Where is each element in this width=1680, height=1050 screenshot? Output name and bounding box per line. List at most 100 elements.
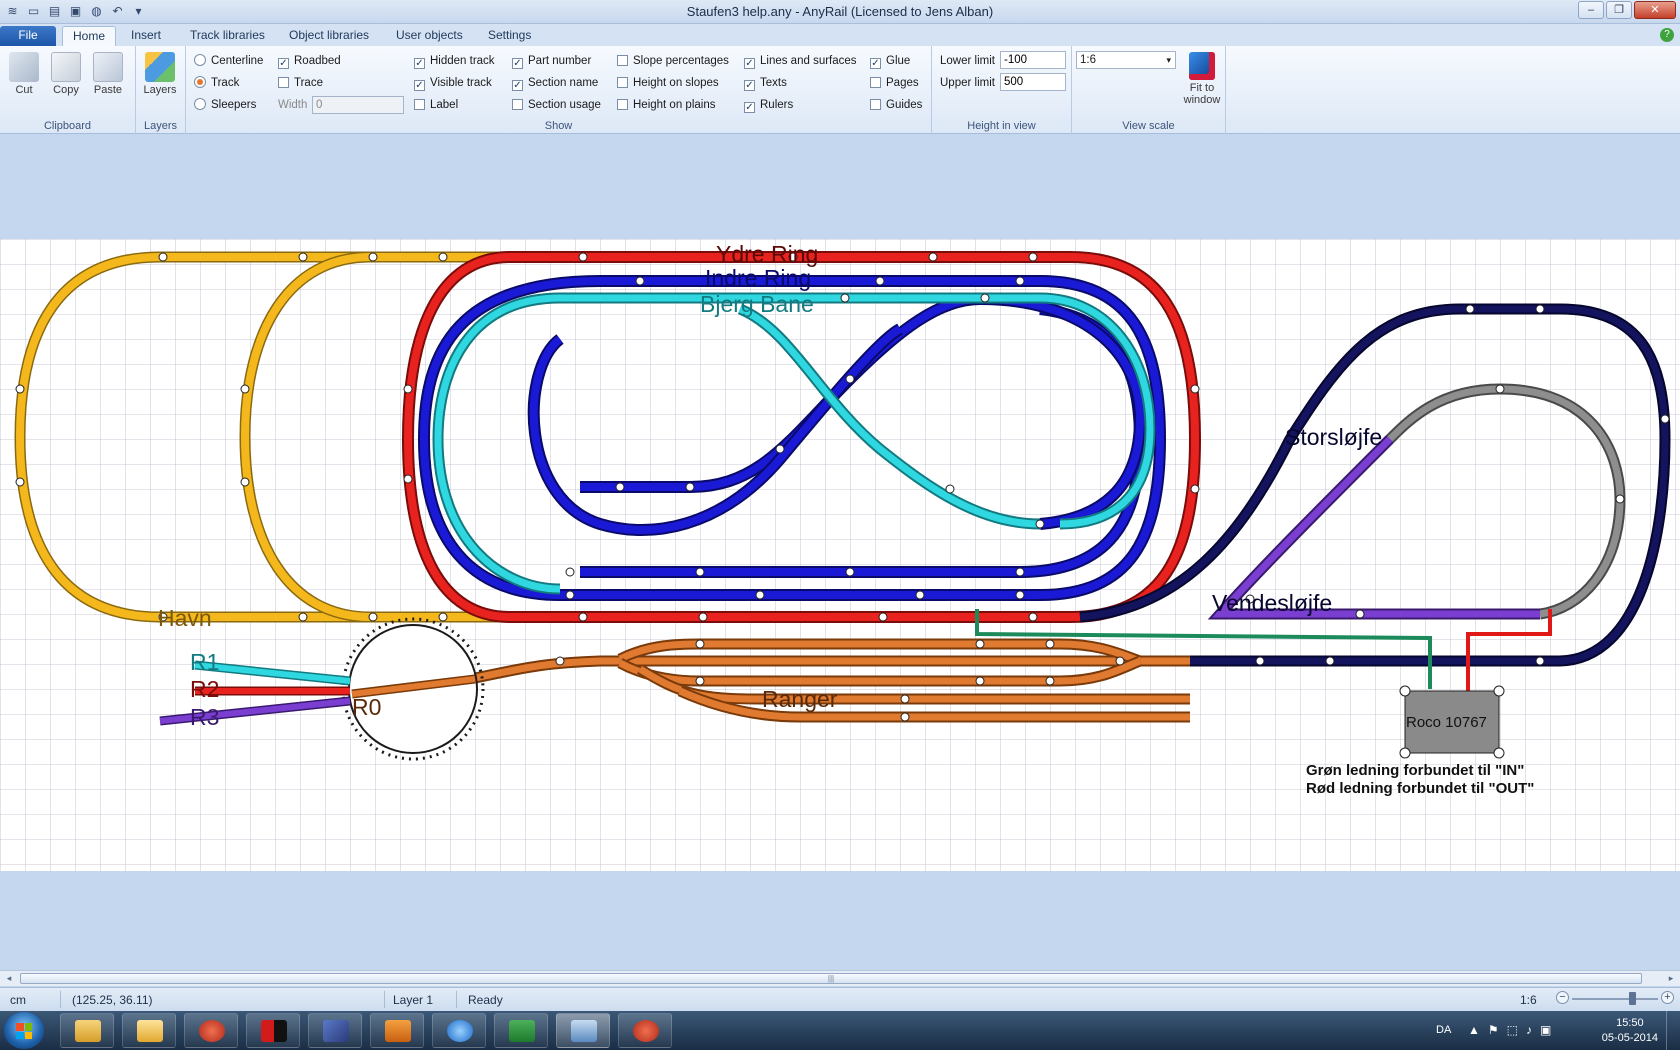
ball-icon [633,1020,659,1042]
lower-limit-input[interactable] [1000,51,1066,69]
paste-icon [93,52,123,82]
taskbar-basketball-app[interactable] [184,1013,238,1048]
zoom-slider-handle[interactable] [1629,992,1636,1005]
zoom-in-icon[interactable]: + [1661,991,1674,1004]
scroll-right-icon[interactable]: ▸ [1664,973,1678,985]
lower-limit-label: Lower limit [940,55,995,67]
slope-percentages-checkbox[interactable]: Slope percentages [617,53,729,69]
copy-icon [51,52,81,82]
centerline-option[interactable]: Centerline [194,53,263,69]
track-layout-drawing[interactable]: Ydre Ring Indre Ring Bjerg Bane Havn Sto… [0,239,1680,871]
workspace: Ydre Ring Indre Ring Bjerg Bane Havn Sto… [0,135,1680,969]
action-center-flag-icon[interactable]: ⚑ [1488,1023,1499,1037]
cut-button[interactable]: Cut [4,52,44,96]
system-tray: DA ▲ ⚑ ⬚ ♪ ▣ 15:50 05-05-2014 [1420,1011,1680,1050]
part-number-checkbox[interactable]: ✓ Part number [512,53,591,69]
taskbar-explorer[interactable] [60,1013,114,1048]
fit-to-window-button[interactable]: Fit to window [1180,52,1224,106]
guides-label: Guides [886,99,923,111]
copy-label: Copy [53,84,79,96]
tab-insert[interactable]: Insert [121,26,171,46]
power-icon[interactable]: ▣ [1540,1023,1551,1037]
radio-icon [194,54,206,66]
label-vendeslojfe: Vendesløjfe [1212,590,1332,616]
clock[interactable]: 15:50 05-05-2014 [1602,1016,1658,1046]
tab-home[interactable]: Home [62,26,117,46]
layout-canvas[interactable]: Ydre Ring Indre Ring Bjerg Bane Havn Sto… [0,239,1680,871]
window-title: Staufen3 help.any - AnyRail (Licensed to… [686,4,994,19]
height-on-plains-checkbox[interactable]: Height on plains [617,97,715,113]
label-indre-ring: Indre Ring [705,265,811,291]
pages-checkbox[interactable]: Pages [870,75,919,91]
rulers-checkbox[interactable]: ✓ Rulers [744,97,793,113]
paste-button[interactable]: Paste [88,52,128,96]
height-on-slopes-checkbox[interactable]: Height on slopes [617,75,719,91]
zoom-slider[interactable]: − + [1556,991,1674,1006]
close-button[interactable]: ✕ [1634,1,1676,19]
section-name-label: Section name [528,77,599,89]
fit-label-line1: Fit to [1189,82,1215,94]
width-input[interactable] [312,96,404,114]
layers-group-label: Layers [143,120,178,132]
maximize-button[interactable]: ❐ [1606,1,1632,19]
upper-limit-input[interactable] [1000,73,1066,91]
visible-track-checkbox[interactable]: ✓ Visible track [414,75,492,91]
show-desktop-button[interactable] [1666,1011,1680,1050]
glue-checkbox[interactable]: ✓ Glue [870,53,910,69]
sleepers-label: Sleepers [211,99,257,111]
slope-percentages-label: Slope percentages [633,55,729,67]
checkbox-checked-icon: ✓ [278,58,289,69]
fit-window-icon [1189,52,1215,80]
label-roco-box: Roco 10767 [1406,714,1487,731]
network-icon[interactable]: ⬚ [1507,1023,1518,1037]
copy-button[interactable]: Copy [46,52,86,96]
scroll-left-icon[interactable]: ◂ [2,973,16,985]
minimize-button[interactable]: – [1578,1,1604,19]
scrollbar-thumb[interactable]: ||| [20,973,1642,984]
volume-icon[interactable]: ♪ [1526,1023,1532,1037]
label-ranger: Ranger [762,686,838,712]
tab-track-libraries[interactable]: Track libraries [180,26,275,46]
status-bar: cm (125.25, 36.11) Layer 1 Ready 1:6 − + [0,987,1680,1011]
taskbar-outlook[interactable] [122,1013,176,1048]
taskbar-tool-app[interactable] [308,1013,362,1048]
tab-settings[interactable]: Settings [478,26,541,46]
status-unit: cm [10,993,26,1007]
taskbar-media-player[interactable] [370,1013,424,1048]
taskbar-basketball-app-2[interactable] [618,1013,672,1048]
hidden-track-checkbox[interactable]: ✓ Hidden track [414,53,495,69]
taskbar-cards-app[interactable] [246,1013,300,1048]
show-hidden-icons-icon[interactable]: ▲ [1468,1023,1480,1037]
taskbar-excel[interactable] [494,1013,548,1048]
help-icon[interactable]: ? [1660,28,1674,42]
lines-surfaces-checkbox[interactable]: ✓ Lines and surfaces [744,53,857,69]
guides-checkbox[interactable]: Guides [870,97,922,113]
track-option[interactable]: Track [194,75,239,91]
title-bar: ≋ ▭ ▤ ▣ ◍ ↶ ▾ Staufen3 help.any - AnyRai… [0,0,1680,24]
horizontal-scrollbar[interactable]: ◂ ||| ▸ [0,970,1680,986]
height-in-view-group: Lower limit Upper limit Height in view [932,46,1072,134]
checkbox-checked-icon: ✓ [414,58,425,69]
texts-checkbox[interactable]: ✓ Texts [744,75,787,91]
start-button[interactable] [4,1012,44,1049]
section-usage-checkbox[interactable]: Section usage [512,97,601,113]
zoom-out-icon[interactable]: − [1556,991,1569,1004]
checkbox-icon [278,77,289,88]
trace-checkbox[interactable]: Trace [278,75,323,91]
tab-object-libraries[interactable]: Object libraries [279,26,379,46]
roadbed-checkbox[interactable]: ✓ Roadbed [278,53,341,69]
checkbox-checked-icon: ✓ [744,102,755,113]
tab-file[interactable]: File [0,26,56,46]
sleepers-option[interactable]: Sleepers [194,97,256,113]
label-checkbox[interactable]: Label [414,97,458,113]
folder-icon [75,1020,101,1042]
status-layer[interactable]: Layer 1 [393,993,433,1007]
section-name-checkbox[interactable]: ✓ Section name [512,75,598,91]
language-indicator[interactable]: DA [1436,1024,1451,1036]
scale-dropdown[interactable]: 1:6 ▾ [1076,51,1176,69]
taskbar-anyrail[interactable] [556,1013,610,1048]
layers-button[interactable]: Layers [140,52,180,96]
tab-user-objects[interactable]: User objects [386,26,473,46]
taskbar-internet-explorer[interactable] [432,1013,486,1048]
clock-date: 05-05-2014 [1601,1032,1658,1044]
